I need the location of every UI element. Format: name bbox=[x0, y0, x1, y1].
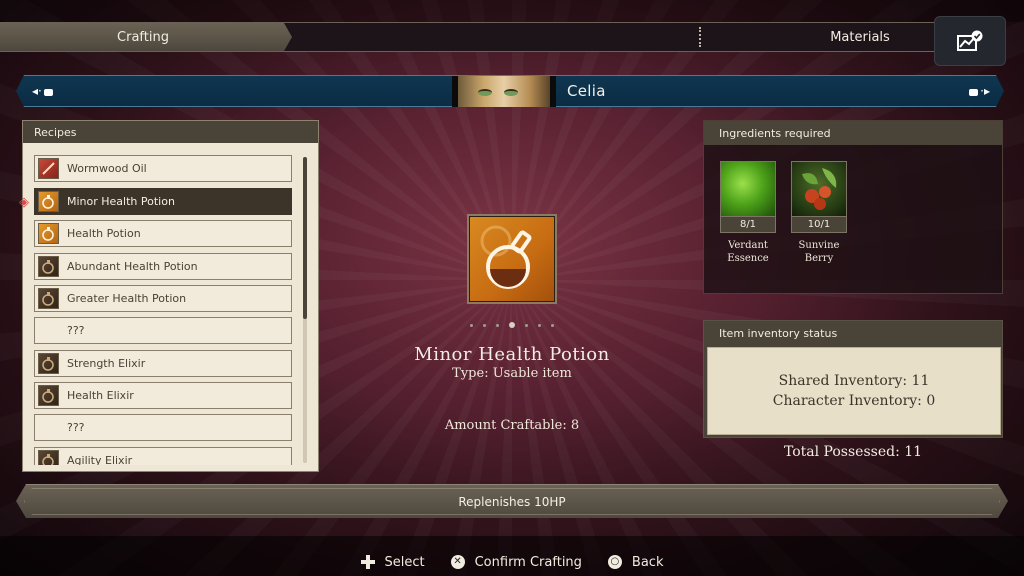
agility-elixir-icon bbox=[38, 450, 59, 465]
ingredient-name: Verdant Essence bbox=[720, 239, 776, 265]
button-prompts: Select ✕ Confirm Crafting ○ Back bbox=[0, 551, 1024, 573]
recipe-list: Wormwood Oil Minor Health Potion Health … bbox=[34, 153, 292, 465]
recipe-label: Health Potion bbox=[67, 227, 141, 240]
recipe-item-wormwood-oil[interactable]: Wormwood Oil bbox=[34, 155, 292, 182]
bumper-left-icon bbox=[43, 88, 53, 96]
select-label: Select bbox=[384, 554, 425, 570]
confirm-crafting-prompt[interactable]: ✕ Confirm Crafting bbox=[450, 554, 582, 570]
total-possessed: Total Possessed: 11 bbox=[783, 444, 923, 460]
select-prompt[interactable]: Select bbox=[360, 554, 425, 570]
circle-button-icon: ○ bbox=[607, 555, 622, 569]
back-prompt[interactable]: ○ Back bbox=[607, 554, 664, 570]
ingredients-header: Ingredients required bbox=[704, 121, 1002, 145]
inventory-header: Item inventory status bbox=[719, 327, 838, 340]
recipe-label: Greater Health Potion bbox=[67, 292, 187, 305]
page-indicator bbox=[470, 322, 554, 328]
tab-materials[interactable]: Materials bbox=[760, 23, 960, 51]
dpad-icon bbox=[360, 555, 375, 569]
recipes-panel: Recipes Wormwood Oil Minor Health Potion… bbox=[22, 120, 319, 472]
health-elixir-icon bbox=[38, 385, 59, 406]
page-dot-active[interactable] bbox=[509, 322, 515, 328]
recipe-item-minor-health-potion[interactable]: Minor Health Potion bbox=[34, 188, 292, 215]
inventory-panel: Item inventory status Shared Inventory: … bbox=[703, 320, 1003, 438]
page-dot[interactable] bbox=[496, 323, 499, 327]
character-inventory: Character Inventory: 0 bbox=[772, 393, 936, 409]
greater-health-potion-icon bbox=[38, 288, 59, 309]
recipe-item-unknown-1[interactable]: ??? bbox=[34, 317, 292, 344]
recipe-item-greater-health-potion[interactable]: Greater Health Potion bbox=[34, 285, 292, 312]
page-dot[interactable] bbox=[470, 323, 473, 327]
recipe-item-health-elixir[interactable]: Health Elixir bbox=[34, 382, 292, 409]
recipes-scrollbar[interactable] bbox=[303, 157, 307, 463]
bumper-right-icon bbox=[969, 88, 979, 96]
checklist-button[interactable] bbox=[934, 16, 1006, 66]
portrait-eye-right bbox=[504, 89, 518, 96]
recipe-label: Agility Elixir bbox=[67, 454, 133, 465]
ingredients-panel: Ingredients required 8/1 Verdant Essence… bbox=[703, 120, 1003, 294]
minor-health-potion-icon bbox=[38, 191, 59, 212]
ingredient-count: 8/1 bbox=[720, 217, 776, 233]
ingredient-count: 10/1 bbox=[791, 217, 847, 233]
prev-character-button[interactable]: ◂· bbox=[32, 84, 53, 98]
health-potion-icon bbox=[38, 223, 59, 244]
recipe-label: Wormwood Oil bbox=[67, 162, 147, 175]
ingredient-name-line1: Verdant bbox=[728, 240, 768, 251]
item-type: Type: Usable item bbox=[452, 366, 572, 381]
recipe-item-unknown-2[interactable]: ??? bbox=[34, 414, 292, 441]
recipe-label: ??? bbox=[67, 324, 85, 337]
page-dot[interactable] bbox=[551, 323, 554, 327]
description-frame bbox=[24, 488, 1000, 515]
potion-flask-icon bbox=[480, 225, 532, 289]
confirm-label: Confirm Crafting bbox=[474, 554, 582, 570]
character-name: Celia bbox=[567, 82, 606, 100]
next-character-button[interactable]: ·▸ bbox=[969, 84, 990, 98]
character-portrait bbox=[452, 76, 556, 107]
portrait-eye-left bbox=[478, 89, 492, 96]
ingredient-name-line2: Essence bbox=[727, 253, 769, 264]
chart-check-icon bbox=[957, 30, 983, 51]
page-dot[interactable] bbox=[483, 323, 486, 327]
page-dot[interactable] bbox=[538, 323, 541, 327]
sunvine-berry-icon bbox=[791, 161, 847, 217]
character-bar: ◂· Celia ·▸ bbox=[16, 75, 1004, 107]
cross-button-icon: ✕ bbox=[450, 555, 465, 569]
top-dim-band bbox=[0, 0, 1024, 22]
abundant-health-potion-icon bbox=[38, 256, 59, 277]
tab-divider bbox=[699, 27, 701, 47]
back-label: Back bbox=[631, 554, 664, 570]
recipe-label: Strength Elixir bbox=[67, 357, 146, 370]
tab-bar: Crafting Materials bbox=[0, 22, 1004, 52]
inventory-body: Shared Inventory: 11 Character Inventory… bbox=[707, 347, 1001, 435]
recipe-item-health-potion[interactable]: Health Potion bbox=[34, 220, 292, 247]
tab-crafting[interactable]: Crafting bbox=[0, 23, 292, 51]
recipes-scroll-thumb[interactable] bbox=[303, 157, 307, 319]
ingredient-verdant-essence[interactable]: 8/1 Verdant Essence bbox=[720, 161, 776, 265]
shared-inventory: Shared Inventory: 11 bbox=[778, 373, 930, 389]
recipes-header: Recipes bbox=[23, 121, 318, 143]
recipe-item-abundant-health-potion[interactable]: Abundant Health Potion bbox=[34, 253, 292, 280]
strength-elixir-icon bbox=[38, 353, 59, 374]
item-name: Minor Health Potion bbox=[414, 344, 610, 365]
verdant-essence-icon bbox=[720, 161, 776, 217]
ingredient-name: Sunvine Berry bbox=[791, 239, 847, 265]
recipe-item-agility-elixir[interactable]: Agility Elixir bbox=[34, 447, 292, 465]
arrow-right-icon: ·▸ bbox=[980, 84, 990, 98]
ingredient-name-line2: Berry bbox=[804, 253, 834, 264]
recipe-label: Abundant Health Potion bbox=[67, 260, 198, 273]
ingredient-name-line1: Sunvine bbox=[798, 240, 840, 251]
amount-craftable: Amount Craftable: 8 bbox=[444, 418, 580, 433]
recipe-label: Minor Health Potion bbox=[67, 195, 175, 208]
selection-cursor-icon: ◈ bbox=[19, 195, 29, 210]
ingredient-sunvine-berry[interactable]: 10/1 Sunvine Berry bbox=[791, 161, 847, 265]
wormwood-oil-icon bbox=[38, 158, 59, 179]
description-bar: Replenishes 10HP bbox=[16, 484, 1008, 518]
recipe-label: Health Elixir bbox=[67, 389, 134, 402]
recipe-label: ??? bbox=[67, 421, 85, 434]
recipe-item-strength-elixir[interactable]: Strength Elixir bbox=[34, 350, 292, 377]
arrow-left-icon: ◂· bbox=[32, 84, 42, 98]
selected-item-icon bbox=[467, 214, 557, 304]
page-dot[interactable] bbox=[525, 323, 528, 327]
